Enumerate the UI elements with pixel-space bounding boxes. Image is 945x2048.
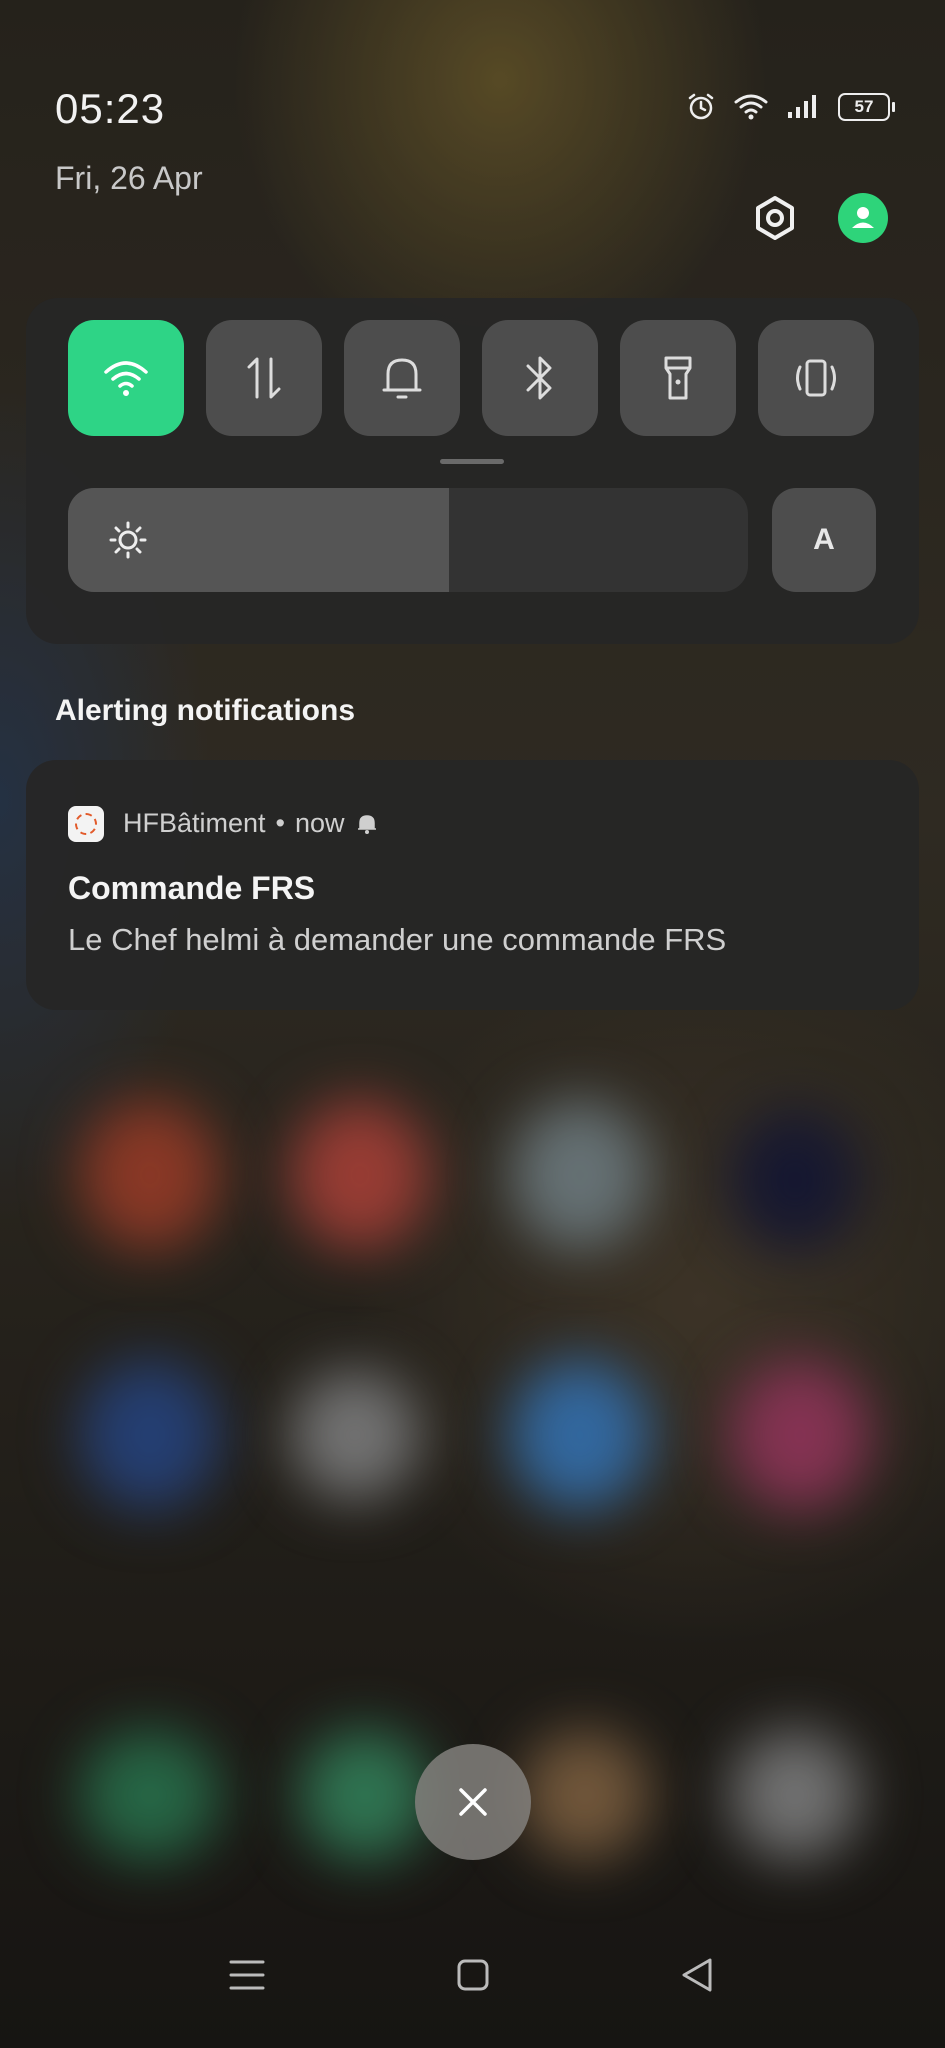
clock: 05:23 (55, 85, 166, 132)
notification-title: Commande FRS (68, 870, 316, 906)
menu-icon (229, 1960, 265, 1990)
alarm-icon (688, 93, 714, 120)
vibrate-icon (796, 359, 836, 397)
close-icon (459, 1788, 487, 1816)
clear-notifications-button[interactable] (415, 1744, 531, 1860)
bell-icon (357, 814, 376, 834)
notification-meta: HFBâtiment • now (123, 808, 379, 839)
status-bar: 05:23 Fri, 26 Apr 57 (0, 0, 945, 196)
cellular-signal-icon (788, 95, 816, 118)
app-logo-icon (68, 806, 104, 842)
back-icon (682, 1958, 712, 1992)
notification-card[interactable]: HFBâtiment • now Commande FRS Le Chef he… (26, 760, 919, 1010)
recent-apps-button[interactable] (222, 1950, 272, 2000)
bluetooth-icon (526, 356, 552, 400)
bluetooth-tile[interactable] (482, 320, 598, 436)
wifi-tile[interactable] (68, 320, 184, 436)
auto-brightness-button[interactable]: A (772, 488, 876, 592)
date: Fri, 26 Apr (55, 160, 203, 196)
meta-separator: • (275, 808, 285, 838)
battery-icon: 57 (838, 93, 895, 121)
brightness-slider[interactable] (68, 488, 748, 592)
panel-drag-handle[interactable] (440, 459, 504, 464)
flashlight-icon (664, 356, 692, 400)
settings-gear-icon[interactable] (750, 193, 800, 243)
home-icon (457, 1959, 489, 1991)
data-arrows-icon (247, 357, 281, 399)
back-button[interactable] (672, 1950, 722, 2000)
brightness-icon (109, 521, 147, 559)
notification-body: Le Chef helmi à demander une commande FR… (68, 922, 727, 957)
navigation-bar (0, 1930, 945, 2020)
vibrate-tile[interactable] (758, 320, 874, 436)
mobile-data-tile[interactable] (206, 320, 322, 436)
wifi-icon (104, 361, 148, 396)
bell-icon (382, 358, 422, 399)
user-avatar-icon[interactable] (838, 193, 888, 243)
status-icons: 57 (686, 92, 895, 122)
sound-tile[interactable] (344, 320, 460, 436)
section-title: Alerting notifications (55, 694, 355, 727)
home-button[interactable] (448, 1950, 498, 2000)
person-icon (852, 207, 874, 228)
flashlight-tile[interactable] (620, 320, 736, 436)
wifi-icon (734, 94, 768, 120)
notification-time: now (295, 808, 345, 838)
app-name: HFBâtiment (123, 808, 266, 838)
